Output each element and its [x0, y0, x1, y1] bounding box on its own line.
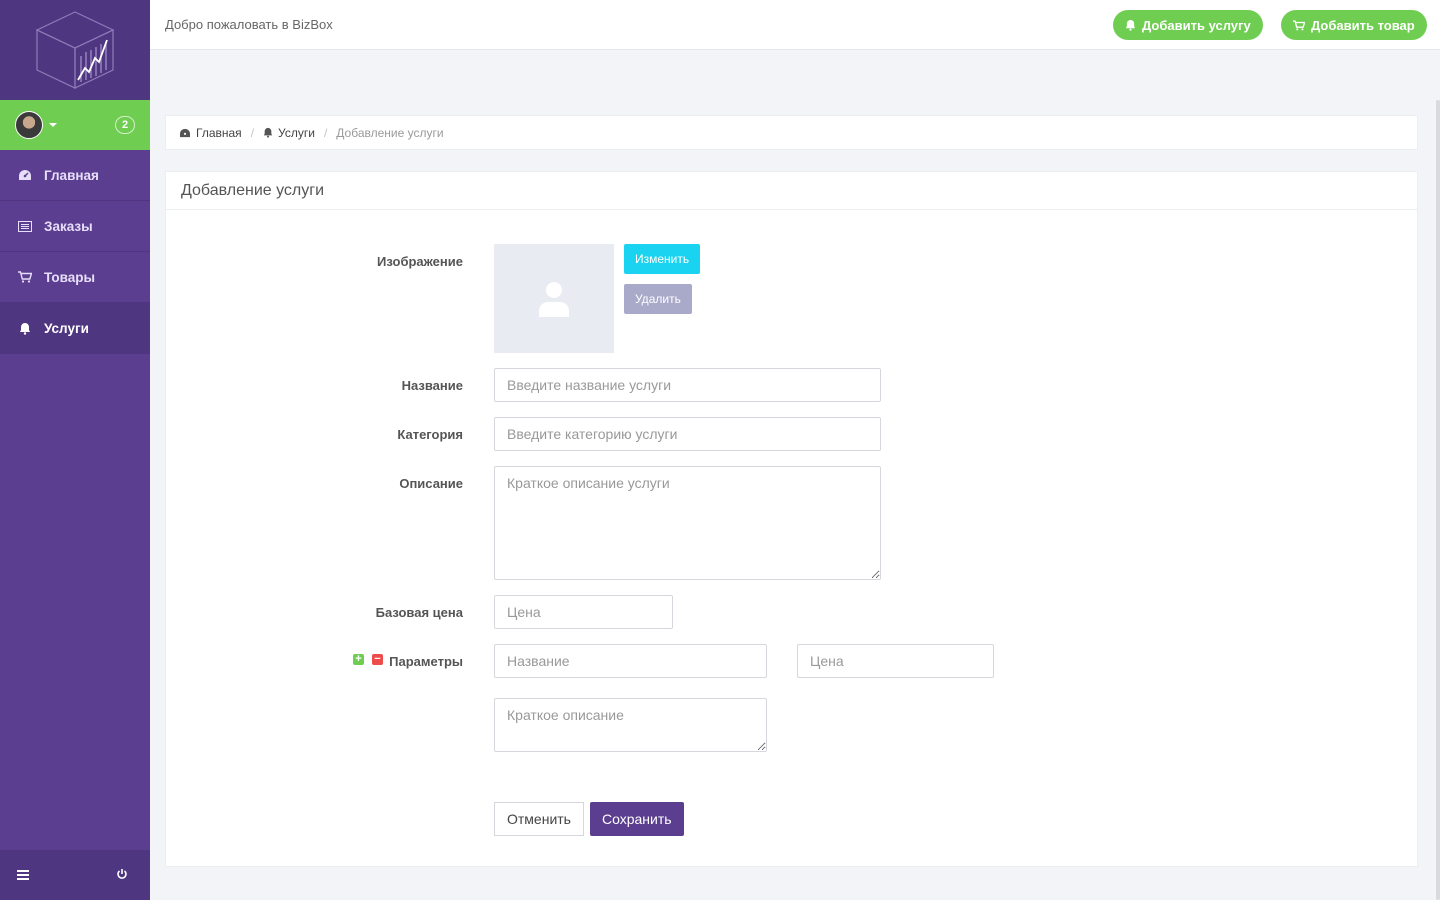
breadcrumb-current: Добавление услуги [336, 125, 444, 140]
image-label: Изображение [377, 254, 463, 269]
user-bar[interactable]: 2 [0, 100, 150, 150]
breadcrumb-separator: / [250, 125, 255, 140]
name-label: Название [401, 378, 463, 393]
sidebar-item-label: Услуги [44, 320, 89, 336]
save-button[interactable]: Сохранить [590, 802, 684, 836]
dashboard-icon [18, 168, 32, 182]
breadcrumb: Главная / Услуги / Добавление услуги [165, 115, 1418, 150]
logo[interactable] [0, 0, 150, 100]
add-param-icon[interactable]: + [353, 654, 364, 665]
cart-icon [18, 270, 32, 284]
param-price-input[interactable] [797, 644, 994, 678]
sidebar-item-label: Главная [44, 167, 99, 183]
sidebar: 2 Главная Заказы Товары Услуги [0, 0, 150, 900]
power-icon[interactable] [116, 867, 128, 883]
delete-image-button[interactable]: Удалить [624, 284, 692, 314]
breadcrumb-services[interactable]: Услуги [263, 126, 315, 140]
service-description-textarea[interactable] [494, 466, 881, 580]
service-name-input[interactable] [494, 368, 881, 402]
sidebar-item-products[interactable]: Товары [0, 252, 150, 303]
params-label: Параметры [389, 654, 463, 669]
bell-icon [1125, 19, 1136, 31]
category-label: Категория [397, 427, 463, 442]
panel-title: Добавление услуги [166, 172, 1417, 210]
dashboard-icon [180, 128, 190, 137]
bell-icon [263, 127, 273, 138]
cancel-button[interactable]: Отменить [494, 802, 584, 836]
param-description-textarea[interactable] [494, 698, 767, 752]
add-service-panel: Добавление услуги Изображение Изменить У… [165, 171, 1418, 867]
topbar: Добро пожаловать в BizBox Добавить услуг… [150, 0, 1440, 50]
welcome-text: Добро пожаловать в BizBox [165, 17, 333, 32]
remove-param-icon[interactable]: − [372, 654, 383, 665]
bell-icon [18, 321, 32, 335]
user-placeholder-icon [539, 281, 569, 317]
change-image-button[interactable]: Изменить [624, 244, 701, 274]
image-preview[interactable] [494, 244, 614, 353]
sidebar-item-home[interactable]: Главная [0, 150, 150, 201]
list-icon [18, 219, 32, 233]
base-price-label: Базовая цена [375, 605, 463, 620]
breadcrumb-separator: / [323, 125, 328, 140]
add-product-button[interactable]: Добавить товар [1281, 10, 1427, 40]
bizbox-cube-logo-icon [35, 11, 115, 89]
param-controls: + − [353, 654, 383, 665]
base-price-input[interactable] [494, 595, 673, 629]
page-scrollbar[interactable] [1436, 100, 1440, 900]
add-service-button[interactable]: Добавить услугу [1113, 10, 1263, 40]
description-label: Описание [399, 476, 463, 491]
menu-icon[interactable] [17, 867, 29, 883]
notification-badge[interactable]: 2 [115, 116, 135, 134]
sidebar-item-services[interactable]: Услуги [0, 303, 150, 354]
sidebar-footer [0, 850, 150, 900]
avatar[interactable] [15, 111, 43, 139]
chevron-down-icon[interactable] [49, 123, 57, 127]
sidebar-item-orders[interactable]: Заказы [0, 201, 150, 252]
cart-icon [1293, 20, 1305, 30]
service-category-input[interactable] [494, 417, 881, 451]
breadcrumb-home[interactable]: Главная [179, 126, 242, 140]
param-name-input[interactable] [494, 644, 767, 678]
sidebar-item-label: Заказы [44, 218, 93, 234]
sidebar-item-label: Товары [44, 269, 96, 285]
